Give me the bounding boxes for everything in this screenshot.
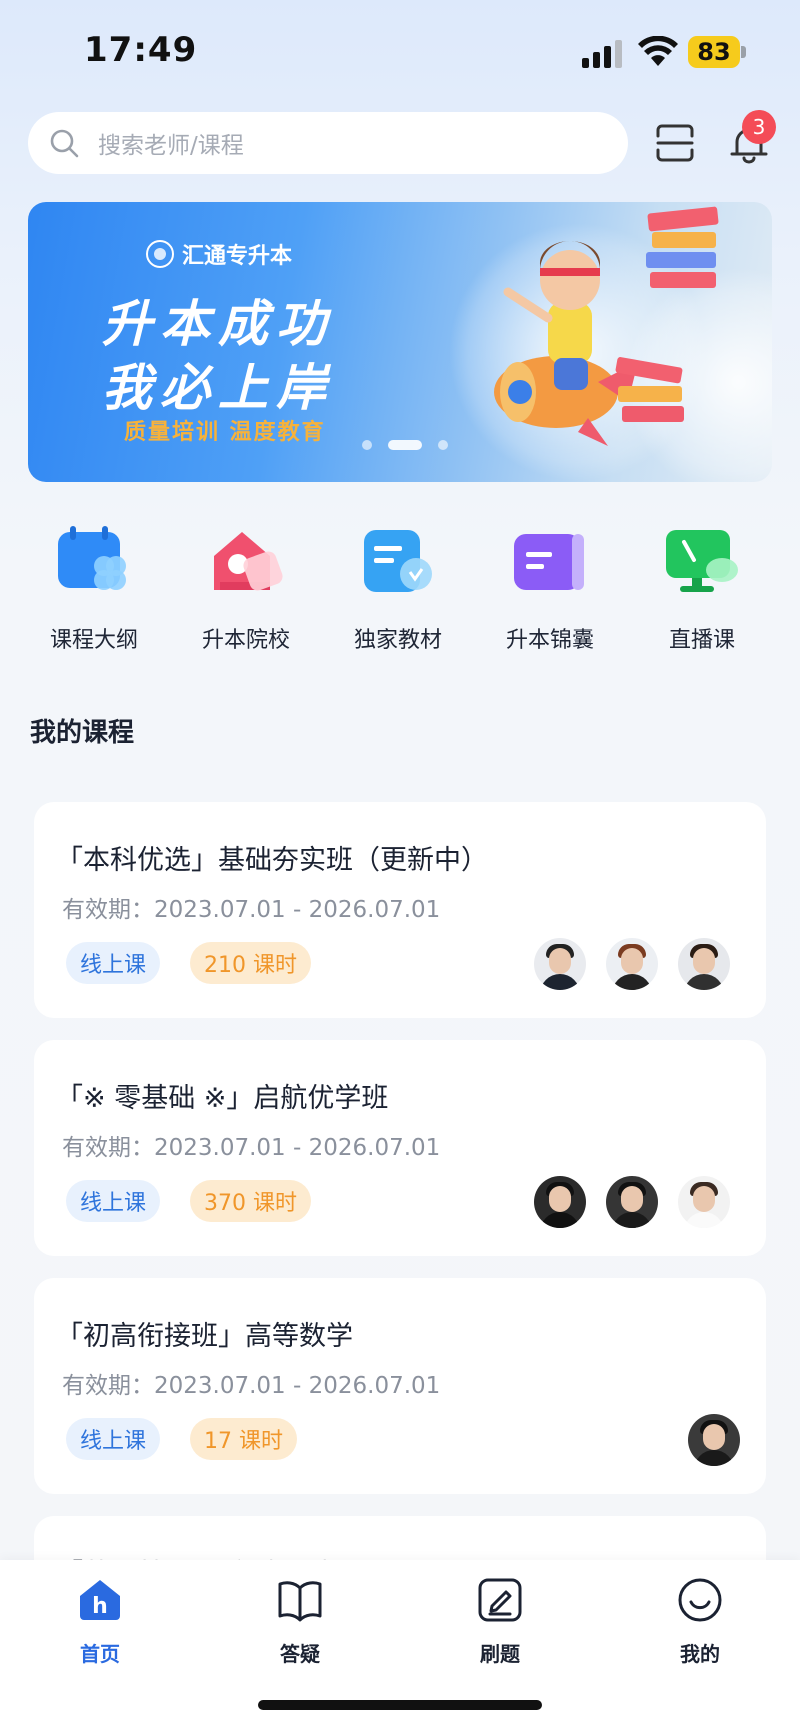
home-icon: h	[80, 1580, 120, 1620]
quick-item-label: 直播课	[668, 628, 735, 653]
textbook-icon	[364, 530, 432, 592]
banner-slogan: 质量培训 温度教育	[124, 420, 326, 445]
search-input[interactable]: 搜索老师/课程	[28, 112, 628, 174]
tab-practice[interactable]: 刷题	[440, 1576, 560, 1667]
quick-item-textbook[interactable]: 独家教材	[338, 526, 458, 654]
tab-profile[interactable]: 我的	[640, 1576, 760, 1667]
cellular-signal-icon	[582, 40, 622, 68]
course-card[interactable]: 「初高衔接班」高等数学 有效期：2023.07.01 - 2026.07.01 …	[34, 1278, 766, 1494]
quick-item-tips[interactable]: 升本锦囊	[490, 526, 610, 654]
search-placeholder: 搜索老师/课程	[98, 133, 244, 159]
avatar	[678, 938, 730, 990]
battery-icon: 83	[688, 36, 746, 68]
quick-item-syllabus[interactable]: 课程大纲	[34, 526, 154, 654]
teacher-avatars	[668, 1414, 740, 1466]
tab-label: 刷题	[480, 1642, 520, 1666]
course-title: 「※ 零基础 ※」启航优学班	[56, 1083, 389, 1114]
banner-title-line1: 升本成功	[102, 295, 334, 353]
tab-home[interactable]: h 首页	[40, 1576, 160, 1667]
battery-level: 83	[688, 36, 740, 68]
quick-item-label: 升本锦囊	[505, 628, 594, 653]
svg-text:h: h	[92, 1594, 108, 1619]
brand-logo-icon	[146, 240, 174, 268]
scan-icon[interactable]	[654, 122, 696, 164]
course-title: 「本科优选」基础夯实班（更新中）	[56, 845, 488, 876]
wifi-icon	[638, 36, 678, 66]
teacher-avatars	[514, 938, 730, 990]
quick-menu: 课程大纲 升本院校 独家教材 升本锦囊 直播课	[28, 526, 772, 656]
home-indicator	[258, 1700, 542, 1710]
course-hours-tag: 370 课时	[190, 1180, 311, 1222]
tab-label: 我的	[680, 1642, 720, 1666]
books-stack-illustration	[615, 357, 684, 422]
course-title: 「初高衔接班」高等数学	[56, 1321, 353, 1352]
quick-item-label: 课程大纲	[49, 628, 138, 653]
quick-item-live[interactable]: 直播课	[642, 526, 762, 654]
notification-badge: 3	[742, 110, 776, 144]
avatar	[606, 1176, 658, 1228]
tab-label: 答疑	[280, 1642, 320, 1666]
quick-item-label: 独家教材	[353, 628, 442, 653]
profile-icon	[678, 1578, 722, 1622]
live-icon	[666, 530, 738, 592]
avatar	[606, 938, 658, 990]
quick-item-label: 升本院校	[201, 628, 290, 653]
status-bar: 17:49 83	[0, 0, 800, 100]
section-title-my-courses: 我的课程	[30, 718, 135, 748]
avatar	[534, 938, 586, 990]
course-validity: 有效期：2023.07.01 - 2026.07.01	[62, 1135, 441, 1161]
banner-dot-active[interactable]	[388, 440, 422, 450]
course-card[interactable]: 「※ 零基础 ※」启航优学班 有效期：2023.07.01 - 2026.07.…	[34, 1040, 766, 1256]
avatar	[678, 1176, 730, 1228]
tab-qa[interactable]: 答疑	[240, 1576, 360, 1667]
banner-brand: 汇通专升本	[146, 238, 292, 270]
course-mode-tag: 线上课	[66, 942, 161, 984]
avatar	[688, 1414, 740, 1466]
status-time: 17:49	[84, 30, 198, 70]
banner-dot[interactable]	[362, 440, 372, 450]
course-validity: 有效期：2023.07.01 - 2026.07.01	[62, 897, 441, 923]
course-hours-tag: 17 课时	[190, 1418, 297, 1460]
book-icon	[278, 1581, 322, 1622]
course-card[interactable]: 「本科优选」基础夯实班（更新中） 有效期：2023.07.01 - 2026.0…	[34, 802, 766, 1018]
syllabus-icon	[58, 526, 126, 590]
search-icon	[50, 129, 79, 158]
banner-dot[interactable]	[438, 440, 448, 450]
banner-title-line2: 我必上岸	[102, 359, 334, 417]
course-hours-tag: 210 课时	[190, 942, 311, 984]
edit-icon	[478, 1578, 522, 1622]
school-icon	[214, 532, 283, 591]
tips-icon	[514, 534, 584, 590]
teacher-avatars	[514, 1176, 730, 1228]
avatar	[534, 1176, 586, 1228]
books-illustration	[646, 206, 719, 288]
promo-banner[interactable]: 汇通专升本 升本成功 我必上岸 质量培训 温度教育	[28, 202, 772, 482]
course-validity: 有效期：2023.07.01 - 2026.07.01	[62, 1373, 441, 1399]
banner-pagination[interactable]	[354, 440, 456, 450]
course-mode-tag: 线上课	[66, 1180, 161, 1222]
tab-label: 首页	[80, 1642, 120, 1666]
course-mode-tag: 线上课	[66, 1418, 161, 1460]
quick-item-school[interactable]: 升本院校	[186, 526, 306, 654]
